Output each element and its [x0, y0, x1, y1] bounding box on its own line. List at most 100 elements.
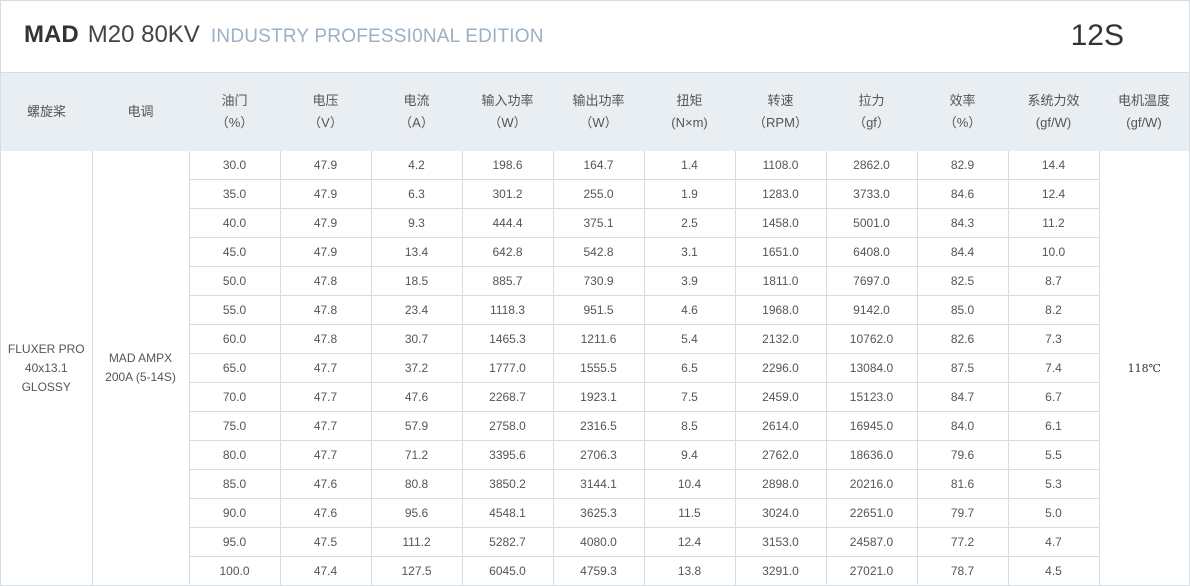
column-header: 螺旋桨	[1, 73, 92, 151]
table-cell: 2862.0	[825, 151, 918, 180]
table-cell: 2762.0	[734, 440, 827, 470]
table-cell: 77.2	[916, 527, 1009, 557]
table-cell: 47.6	[279, 498, 372, 528]
table-cell: 6408.0	[825, 237, 918, 267]
table-cell: 4080.0	[552, 527, 645, 557]
table-cell: 70.0	[188, 382, 281, 412]
table-cell: 47.8	[279, 266, 372, 296]
table-cell: 8.7	[1007, 266, 1100, 296]
table-cell: 18636.0	[825, 440, 918, 470]
table-cell: 95.6	[370, 498, 463, 528]
propeller-cell: FLUXER PRO 40x13.1 GLOSSY	[1, 151, 93, 586]
table-cell: 1465.3	[461, 324, 554, 354]
table-cell: 1.4	[643, 151, 736, 180]
table-cell: 5282.7	[461, 527, 554, 557]
table-cell: 4548.1	[461, 498, 554, 528]
table-cell: 13.4	[370, 237, 463, 267]
column-header: 电流 （A）	[371, 73, 462, 151]
table-cell: 35.0	[188, 179, 281, 209]
table-cell: 9.3	[370, 208, 463, 238]
table-cell: 47.7	[279, 353, 372, 383]
table-cell: 82.9	[916, 151, 1009, 180]
table-cell: 4.2	[370, 151, 463, 180]
table-cell: 47.8	[279, 295, 372, 325]
table-cell: 47.8	[279, 324, 372, 354]
table-cell: 5001.0	[825, 208, 918, 238]
table-cell: 3395.6	[461, 440, 554, 470]
table-cell: 7.5	[643, 382, 736, 412]
table-cell: 1555.5	[552, 353, 645, 383]
table-cell: 2898.0	[734, 469, 827, 499]
table-cell: 5.3	[1007, 469, 1100, 499]
table-cell: 111.2	[370, 527, 463, 557]
table-cell: 14.4	[1007, 151, 1100, 180]
table-cell: 13084.0	[825, 353, 918, 383]
spec-panel: MAD M20 80KV INDUSTRY PROFESSI0NAL EDITI…	[0, 0, 1190, 586]
table-cell: 1651.0	[734, 237, 827, 267]
column-unit: （W）	[579, 115, 618, 130]
table-cell: 164.7	[552, 151, 645, 180]
table-cell: 4.5	[1007, 556, 1100, 586]
column-unit: (gf/W)	[1035, 115, 1072, 130]
table-cell: 71.2	[370, 440, 463, 470]
motor-temp-cell: 118℃	[1098, 151, 1189, 586]
column-unit: （gf）	[853, 115, 890, 130]
esc-cell: MAD AMPX 200A (5-14S)	[91, 151, 190, 586]
table-cell: 5.0	[1007, 498, 1100, 528]
propeller-line: 40x13.1	[24, 360, 68, 375]
product-title: MAD M20 80KV INDUSTRY PROFESSI0NAL EDITI…	[24, 23, 544, 47]
table-cell: 84.7	[916, 382, 1009, 412]
table-cell: 1118.3	[461, 295, 554, 325]
column-name: 电压	[312, 93, 339, 108]
table-cell: 11.5	[643, 498, 736, 528]
table-cell: 10762.0	[825, 324, 918, 354]
table-cell: 47.7	[279, 411, 372, 441]
column-unit: (N×m)	[671, 115, 708, 130]
table-cell: 5.4	[643, 324, 736, 354]
table-cell: 47.5	[279, 527, 372, 557]
table-cell: 2268.7	[461, 382, 554, 412]
table-cell: 23.4	[370, 295, 463, 325]
table-cell: 47.6	[279, 469, 372, 499]
table-cell: 3733.0	[825, 179, 918, 209]
table-cell: 9142.0	[825, 295, 918, 325]
column-name: 电机温度	[1117, 93, 1170, 108]
table-cell: 127.5	[370, 556, 463, 586]
table-header: 螺旋桨 电调 油门 （%） 电压 （V） 电流 （A） 输入功率 （W） 输出功率 （W） 扭矩 (N×m…	[1, 73, 1189, 151]
column-name: 输出功率	[572, 93, 625, 108]
table-cell: 60.0	[188, 324, 281, 354]
table-cell: 85.0	[916, 295, 1009, 325]
table-cell: 2296.0	[734, 353, 827, 383]
table-cell: 1923.1	[552, 382, 645, 412]
table-cell: 3144.1	[552, 469, 645, 499]
table-cell: 1968.0	[734, 295, 827, 325]
table-cell: 3.1	[643, 237, 736, 267]
table-cell: 7.4	[1007, 353, 1100, 383]
table-cell: 4759.3	[552, 556, 645, 586]
table-cell: 7.3	[1007, 324, 1100, 354]
table-cell: 12.4	[643, 527, 736, 557]
table-cell: 6.7	[1007, 382, 1100, 412]
table-cell: 2758.0	[461, 411, 554, 441]
column-header: 电压 （V）	[280, 73, 371, 151]
table-cell: 1283.0	[734, 179, 827, 209]
column-unit: （%）	[215, 115, 254, 130]
table-cell: 15123.0	[825, 382, 918, 412]
table-cell: 55.0	[188, 295, 281, 325]
table-cell: 730.9	[552, 266, 645, 296]
table-cell: 5.5	[1007, 440, 1100, 470]
table-cell: 6.3	[370, 179, 463, 209]
column-name: 扭矩	[676, 93, 703, 108]
table-cell: 82.6	[916, 324, 1009, 354]
column-name: 电流	[403, 93, 430, 108]
table-cell: 6045.0	[461, 556, 554, 586]
table-cell: 1458.0	[734, 208, 827, 238]
table-cell: 50.0	[188, 266, 281, 296]
table-cell: 18.5	[370, 266, 463, 296]
table-cell: 2459.0	[734, 382, 827, 412]
table-cell: 79.6	[916, 440, 1009, 470]
column-name: 转速	[767, 93, 794, 108]
cell-count: 12S	[1070, 19, 1124, 52]
table-cell: 78.7	[916, 556, 1009, 586]
header-bar: MAD M20 80KV INDUSTRY PROFESSI0NAL EDITI…	[1, 1, 1189, 73]
